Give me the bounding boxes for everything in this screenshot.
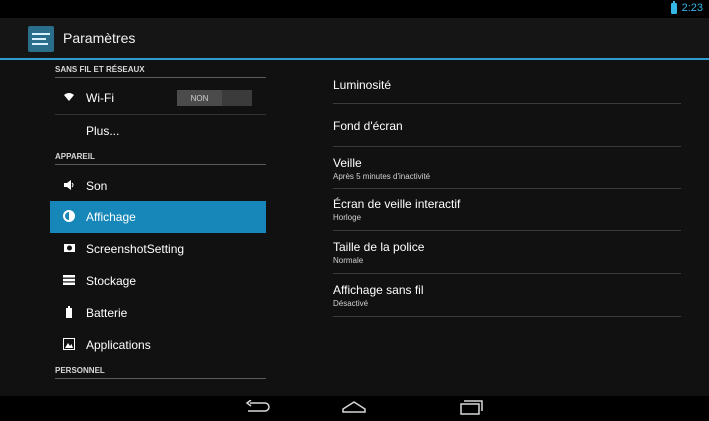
sidebar-item-label: Wi-Fi xyxy=(86,91,114,105)
sidebar-item-battery[interactable]: Batterie xyxy=(50,297,266,329)
sidebar-item-apps[interactable]: Applications xyxy=(50,329,266,361)
wifi-toggle[interactable]: NON xyxy=(177,90,252,106)
recent-apps-icon[interactable] xyxy=(458,400,484,421)
sidebar-item-label: Son xyxy=(86,179,108,193)
display-settings-pane: Luminosité Fond d'écran Veille Après 5 m… xyxy=(333,60,681,396)
setting-sleep[interactable]: Veille Après 5 minutes d'inactivité xyxy=(333,147,681,189)
section-header-device: APPAREIL xyxy=(55,152,266,165)
sidebar-item-label: Stockage xyxy=(86,274,137,288)
wifi-icon xyxy=(58,91,80,105)
camera-icon xyxy=(58,242,80,256)
sidebar-item-more[interactable]: Plus... xyxy=(50,115,266,147)
settings-icon[interactable] xyxy=(28,26,54,52)
setting-wireless-display[interactable]: Affichage sans fil Désactivé xyxy=(333,274,681,317)
sidebar-item-label: Affichage xyxy=(86,210,136,224)
setting-title: Veille xyxy=(333,156,362,170)
sidebar-item-screenshot[interactable]: ScreenshotSetting xyxy=(50,233,266,265)
setting-title: Fond d'écran xyxy=(333,119,403,133)
settings-content: SANS FIL ET RÉSEAUX Wi-Fi NON Plus... AP… xyxy=(0,60,709,396)
storage-icon xyxy=(58,274,80,288)
battery-icon xyxy=(670,0,677,14)
status-icons: 2:23 xyxy=(670,0,703,14)
sidebar-item-sound[interactable]: Son xyxy=(50,170,266,202)
apps-icon xyxy=(58,337,80,353)
setting-summary: Horloge xyxy=(333,213,362,222)
setting-font-size[interactable]: Taille de la police Normale xyxy=(333,231,681,274)
setting-title: Luminosité xyxy=(333,78,392,92)
sidebar-item-label: Batterie xyxy=(86,306,128,320)
setting-title: Écran de veille interactif xyxy=(333,197,461,211)
navigation-bar xyxy=(0,396,709,419)
home-icon[interactable] xyxy=(341,400,367,419)
back-icon[interactable] xyxy=(245,399,271,419)
app-title: Paramètres xyxy=(63,30,136,46)
sidebar-item-storage[interactable]: Stockage xyxy=(50,265,266,297)
action-bar: Paramètres xyxy=(0,18,709,60)
setting-title: Affichage sans fil xyxy=(333,283,424,297)
status-time: 2:23 xyxy=(681,2,703,14)
section-header-personal: PERSONNEL xyxy=(55,366,266,379)
status-bar: 2:23 xyxy=(0,0,709,18)
section-header-wireless: SANS FIL ET RÉSEAUX xyxy=(55,65,266,78)
setting-summary: Normale xyxy=(333,256,364,265)
setting-daydream[interactable]: Écran de veille interactif Horloge xyxy=(333,189,681,231)
setting-wallpaper[interactable]: Fond d'écran xyxy=(333,104,681,147)
battery-icon xyxy=(58,305,80,321)
sidebar-item-display[interactable]: Affichage xyxy=(50,201,266,233)
setting-summary: Après 5 minutes d'inactivité xyxy=(333,172,431,181)
setting-title: Taille de la police xyxy=(333,240,425,254)
setting-brightness[interactable]: Luminosité xyxy=(333,60,681,104)
sidebar-item-label: Plus... xyxy=(86,124,120,138)
speaker-icon xyxy=(58,179,80,194)
settings-sidebar: SANS FIL ET RÉSEAUX Wi-Fi NON Plus... AP… xyxy=(0,60,272,396)
sidebar-item-label: ScreenshotSetting xyxy=(86,242,185,256)
setting-summary: Désactivé xyxy=(333,299,369,308)
sidebar-item-label: Applications xyxy=(86,338,151,352)
sidebar-item-wifi[interactable]: Wi-Fi NON xyxy=(50,82,266,114)
display-icon xyxy=(58,209,80,225)
wifi-toggle-label: NON xyxy=(177,90,222,106)
